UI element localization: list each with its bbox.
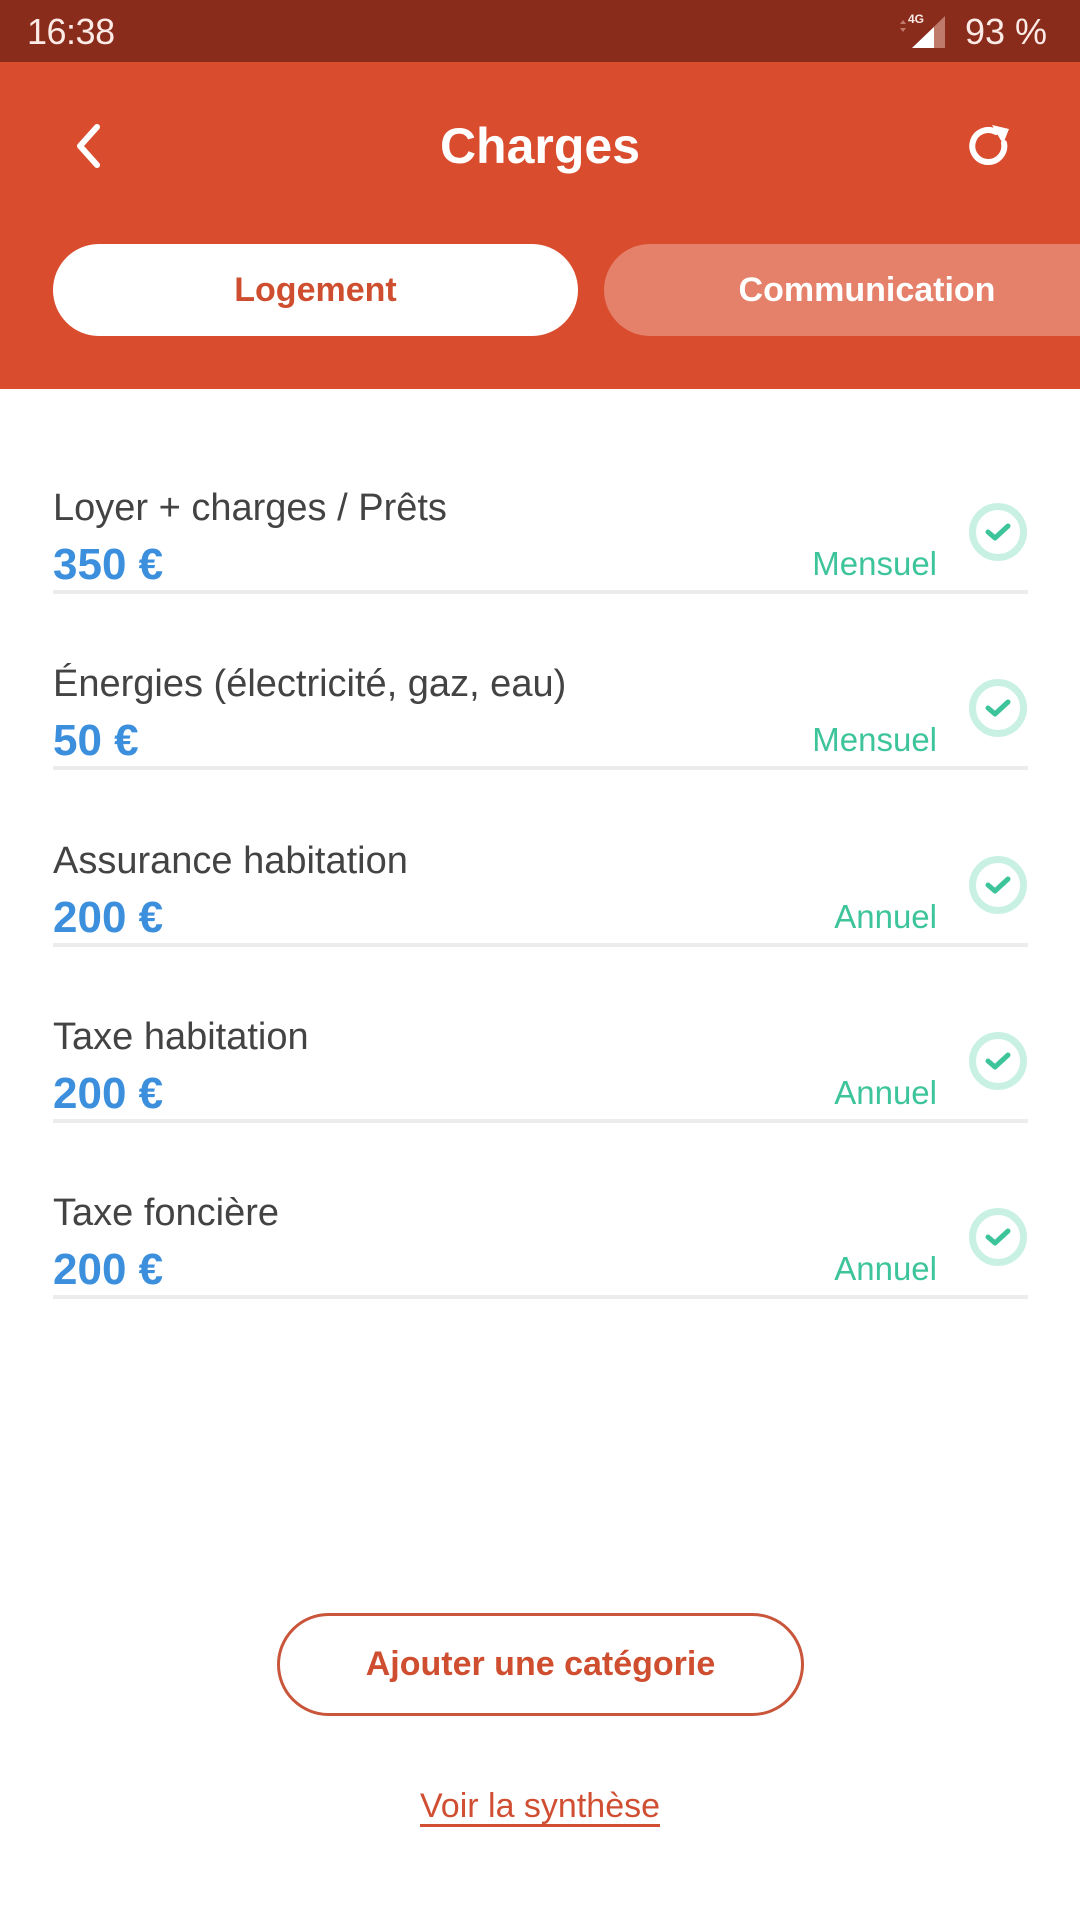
- check-toggle[interactable]: [969, 503, 1027, 561]
- charge-title: Taxe foncière: [53, 1192, 280, 1234]
- tab-label: Logement: [234, 270, 397, 309]
- check-toggle[interactable]: [969, 679, 1027, 737]
- charge-title: Énergies (électricité, gaz, eau): [53, 663, 567, 705]
- tab-logement[interactable]: Logement: [53, 244, 578, 336]
- charge-amount: 50 €: [53, 716, 139, 765]
- check-toggle[interactable]: [969, 856, 1027, 914]
- charge-row[interactable]: Loyer + charges / Prêts 350 € Mensuel: [53, 418, 1028, 594]
- tab-communication[interactable]: Communication: [604, 244, 1080, 336]
- charge-row[interactable]: Taxe habitation 200 € Annuel: [53, 947, 1028, 1123]
- view-summary-link[interactable]: Voir la synthèse: [420, 1787, 660, 1825]
- charge-period: Annuel: [834, 1074, 937, 1111]
- charge-amount: 350 €: [53, 540, 164, 589]
- check-toggle[interactable]: [969, 1208, 1027, 1266]
- checkmark-icon: [985, 699, 1011, 717]
- charge-period: Mensuel: [812, 545, 937, 582]
- summary-link-container: Voir la synthèse: [0, 1786, 1080, 1826]
- app-header: Charges Logement Communication: [0, 62, 1080, 389]
- status-bar: 16:38 4G 93 %: [0, 0, 1080, 62]
- charge-period: Mensuel: [812, 721, 937, 758]
- status-time: 16:38: [27, 11, 115, 52]
- refresh-button[interactable]: [960, 114, 1020, 178]
- charge-amount: 200 €: [53, 893, 164, 942]
- charge-title: Loyer + charges / Prêts: [53, 487, 447, 529]
- charge-row[interactable]: Assurance habitation 200 € Annuel: [53, 771, 1028, 947]
- check-toggle[interactable]: [969, 1032, 1027, 1090]
- charge-amount: 200 €: [53, 1069, 164, 1118]
- battery-level: 93 %: [965, 11, 1048, 52]
- refresh-icon: [969, 125, 1009, 165]
- charge-period: Annuel: [834, 1250, 937, 1287]
- add-category-button[interactable]: Ajouter une catégorie: [277, 1613, 804, 1716]
- charge-title: Assurance habitation: [53, 840, 408, 882]
- tab-label: Communication: [738, 270, 996, 309]
- network-type: 4G: [908, 12, 924, 26]
- charge-row[interactable]: Énergies (électricité, gaz, eau) 50 € Me…: [53, 594, 1028, 770]
- signal-4g-icon: 4G: [900, 12, 945, 48]
- charge-period: Annuel: [834, 898, 937, 935]
- charge-row[interactable]: Taxe foncière 200 € Annuel: [53, 1123, 1028, 1299]
- checkmark-icon: [985, 1228, 1011, 1246]
- page-title: Charges: [439, 118, 641, 174]
- checkmark-icon: [985, 876, 1011, 894]
- charge-title: Taxe habitation: [53, 1016, 309, 1058]
- checkmark-icon: [985, 1052, 1011, 1070]
- charge-amount: 200 €: [53, 1245, 164, 1294]
- checkmark-icon: [985, 523, 1011, 541]
